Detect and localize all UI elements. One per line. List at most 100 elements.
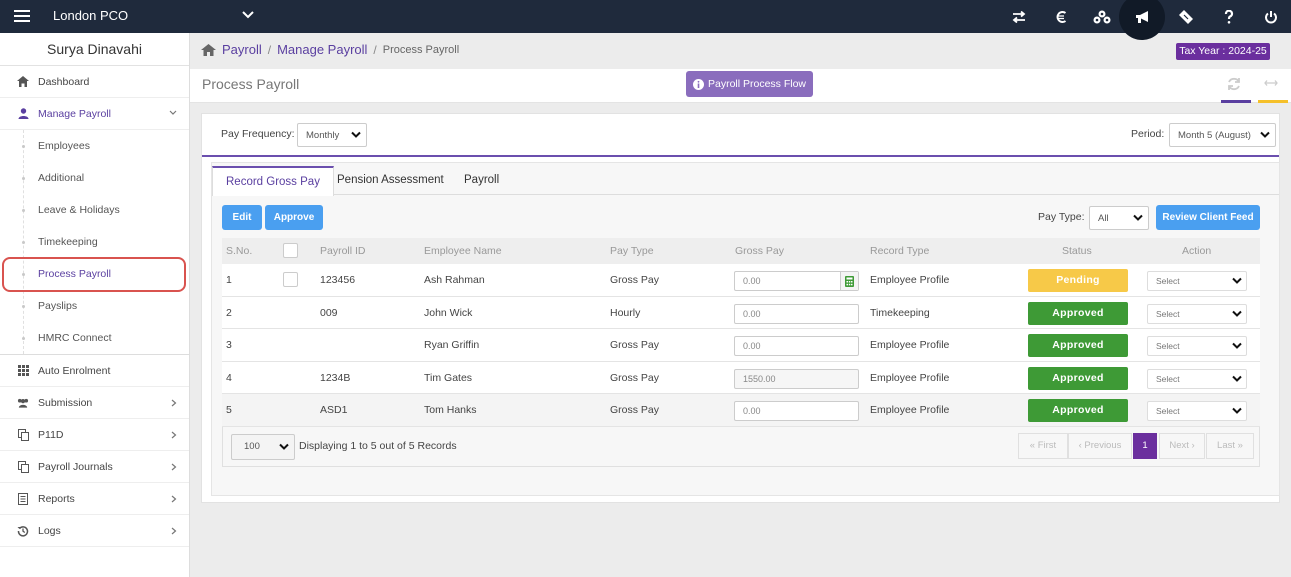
organisation-name[interactable]: London PCO bbox=[53, 8, 128, 23]
select-all-checkbox[interactable] bbox=[283, 243, 298, 258]
sidebar-item-label: Logs bbox=[38, 524, 61, 537]
sidebar-subitem-additional[interactable]: Additional bbox=[0, 162, 189, 194]
gross-pay-input[interactable]: 0.00 bbox=[734, 303, 859, 324]
records-summary: Displaying 1 to 5 out of 5 Records bbox=[299, 439, 457, 452]
action-select[interactable]: Select bbox=[1147, 303, 1247, 324]
power-icon[interactable] bbox=[1262, 8, 1280, 26]
chevron-right-icon[interactable] bbox=[171, 495, 177, 503]
sidebar-item-payroll-journals[interactable]: Payroll Journals bbox=[0, 451, 189, 483]
sidebar-subitem-leave-holidays[interactable]: Leave & Holidays bbox=[0, 194, 189, 226]
transfer-icon[interactable] bbox=[1010, 8, 1028, 26]
gross-pay-value: 0.00 bbox=[743, 406, 761, 416]
expand-icon[interactable] bbox=[1264, 79, 1278, 87]
sidebar-subitem-label: Payslips bbox=[38, 300, 78, 312]
sidebar-subitem-label: Timekeeping bbox=[38, 236, 98, 248]
manage-payroll-submenu: Employees Additional Leave & Holidays Ti… bbox=[0, 130, 189, 355]
action-select[interactable]: Select bbox=[1147, 336, 1247, 356]
previous-page-button[interactable]: ‹ Previous bbox=[1068, 432, 1132, 459]
announcement-icon[interactable] bbox=[1134, 8, 1152, 26]
cell-record-type: Employee Profile bbox=[870, 339, 950, 351]
chevron-right-icon[interactable] bbox=[171, 463, 177, 471]
sidebar-subitem-label: Leave & Holidays bbox=[38, 204, 120, 216]
page-size-select[interactable]: 100 bbox=[231, 433, 295, 460]
sidebar-item-logs[interactable]: Logs bbox=[0, 515, 189, 547]
gross-pay-input[interactable]: 1550.00 bbox=[734, 368, 859, 389]
breadcrumb-payroll[interactable]: Payroll bbox=[222, 42, 262, 57]
chevron-down-icon bbox=[1260, 131, 1270, 139]
action-select[interactable]: Select bbox=[1147, 401, 1247, 421]
edit-button[interactable]: Edit bbox=[222, 205, 262, 230]
chevron-down-icon[interactable] bbox=[242, 10, 254, 20]
chevron-right-icon[interactable] bbox=[171, 399, 177, 407]
sidebar-item-label: Submission bbox=[38, 396, 93, 409]
tab-record-gross-pay[interactable]: Record Gross Pay bbox=[212, 166, 334, 196]
sidebar-item-p11d[interactable]: P11D bbox=[0, 419, 189, 451]
pay-type-label: Pay Type: bbox=[1038, 211, 1085, 223]
sidebar-subitem-timekeeping[interactable]: Timekeeping bbox=[0, 226, 189, 258]
current-page-button[interactable]: 1 bbox=[1133, 432, 1157, 459]
breadcrumb-current: Process Payroll bbox=[382, 43, 460, 56]
gross-pay-input[interactable]: 0.00 bbox=[734, 401, 859, 421]
sidebar-item-dashboard[interactable]: Dashboard bbox=[0, 66, 189, 98]
help-icon[interactable] bbox=[1220, 8, 1238, 26]
last-page-button[interactable]: Last » bbox=[1206, 432, 1254, 459]
column-header-employee-name: Employee Name bbox=[424, 245, 502, 257]
review-client-feed-button[interactable]: Review Client Feed bbox=[1156, 205, 1260, 230]
tax-year-badge: Tax Year : 2024-25 bbox=[1176, 43, 1270, 60]
chevron-down-icon bbox=[351, 131, 361, 139]
action-select-value: Select bbox=[1156, 406, 1180, 416]
sidebar-subitem-employees[interactable]: Employees bbox=[0, 130, 189, 162]
chevron-right-icon[interactable] bbox=[171, 431, 177, 439]
gross-pay-input[interactable]: 0.00 bbox=[734, 336, 859, 356]
top-bar: London PCO bbox=[0, 0, 1291, 40]
purple-accent bbox=[1221, 100, 1251, 103]
currency-icon[interactable] bbox=[1052, 8, 1070, 26]
table-header: S.No. Payroll ID Employee Name Pay Type … bbox=[222, 238, 1260, 264]
bank-icon[interactable] bbox=[1093, 8, 1111, 26]
chevron-right-icon[interactable] bbox=[171, 527, 177, 535]
action-select[interactable]: Select bbox=[1147, 271, 1247, 291]
sidebar-subitem-label: Employees bbox=[38, 140, 90, 152]
gross-pay-input[interactable]: 0.00 bbox=[734, 271, 859, 291]
breadcrumb-manage-payroll[interactable]: Manage Payroll bbox=[277, 42, 367, 57]
chevron-down-icon[interactable] bbox=[169, 110, 177, 116]
tab-payroll[interactable]: Payroll bbox=[451, 166, 512, 195]
next-page-button[interactable]: Next › bbox=[1159, 432, 1205, 459]
period-select[interactable]: Month 5 (August) bbox=[1169, 123, 1276, 147]
menu-icon[interactable] bbox=[14, 9, 30, 23]
report-icon bbox=[17, 492, 29, 505]
row-checkbox[interactable] bbox=[283, 272, 298, 287]
sidebar-subitem-hmrc-connect[interactable]: HMRC Connect bbox=[0, 322, 189, 354]
tab-pension-assessment[interactable]: Pension Assessment bbox=[324, 166, 457, 195]
grid-icon bbox=[17, 365, 29, 377]
sidebar-subitem-payslips[interactable]: Payslips bbox=[0, 290, 189, 322]
sidebar-item-auto-enrolment[interactable]: Auto Enrolment bbox=[0, 355, 189, 387]
breadcrumb: Payroll / Manage Payroll / Process Payro… bbox=[201, 42, 459, 57]
sidebar-item-reports[interactable]: Reports bbox=[0, 483, 189, 515]
cell-payroll-id: 1234B bbox=[320, 371, 351, 384]
cell-sno: 4 bbox=[226, 371, 232, 384]
home-icon[interactable] bbox=[201, 43, 216, 56]
action-select[interactable]: Select bbox=[1147, 368, 1247, 389]
refresh-icon[interactable] bbox=[1227, 77, 1241, 91]
sidebar-item-label: Manage Payroll bbox=[38, 107, 111, 120]
chevron-down-icon bbox=[1232, 375, 1242, 383]
sidebar: Surya Dinavahi Dashboard Manage Payroll … bbox=[0, 33, 190, 577]
status-badge: Approved bbox=[1028, 301, 1128, 325]
column-header-status: Status bbox=[1062, 245, 1092, 257]
approve-button[interactable]: Approve bbox=[265, 205, 323, 230]
sidebar-subitem-label: Additional bbox=[38, 172, 85, 184]
sidebar-item-submission[interactable]: Submission bbox=[0, 387, 189, 419]
pay-frequency-select[interactable]: Monthly bbox=[297, 123, 367, 147]
cell-employee-name: Tom Hanks bbox=[424, 404, 477, 416]
pay-type-select[interactable]: All bbox=[1089, 206, 1149, 230]
home-icon bbox=[17, 76, 29, 88]
payroll-process-flow-button[interactable]: Payroll Process Flow bbox=[686, 71, 813, 97]
table-row: 4 1234B Tim Gates Gross Pay 1550.00 Empl… bbox=[222, 361, 1260, 394]
sidebar-item-manage-payroll[interactable]: Manage Payroll bbox=[0, 98, 189, 130]
process-payroll-card: Pay Frequency: Monthly Period: Month 5 (… bbox=[201, 113, 1280, 503]
calculator-icon[interactable] bbox=[840, 272, 858, 290]
first-page-button[interactable]: « First bbox=[1018, 432, 1068, 459]
cell-pay-type: Gross Pay bbox=[610, 404, 660, 416]
ticket-icon[interactable] bbox=[1177, 8, 1195, 26]
